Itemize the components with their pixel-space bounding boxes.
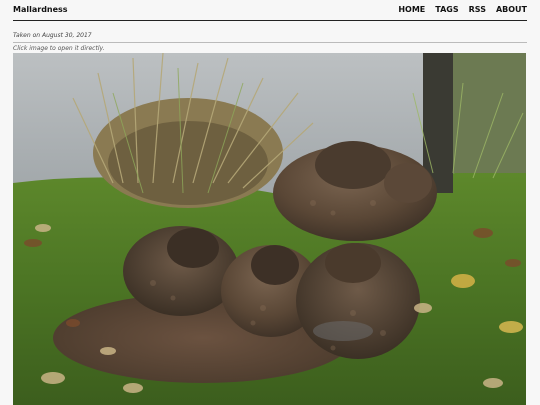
duck-photo [13, 53, 526, 405]
main-nav: HOME TAGS RSS ABOUT [398, 5, 527, 14]
site-header: Mallardness HOME TAGS RSS ABOUT [13, 0, 527, 21]
divider [13, 42, 527, 43]
nav-about-link[interactable]: ABOUT [496, 5, 527, 14]
photo-date: Taken on August 30, 2017 [13, 32, 92, 39]
open-image-hint: Click image to open it directly. [13, 45, 105, 52]
nav-tags-link[interactable]: TAGS [435, 5, 458, 14]
nav-rss-link[interactable]: RSS [469, 5, 486, 14]
nav-home-link[interactable]: HOME [398, 5, 425, 14]
duck-photo-link[interactable] [13, 53, 526, 405]
site-title-link[interactable]: Mallardness [13, 5, 68, 14]
